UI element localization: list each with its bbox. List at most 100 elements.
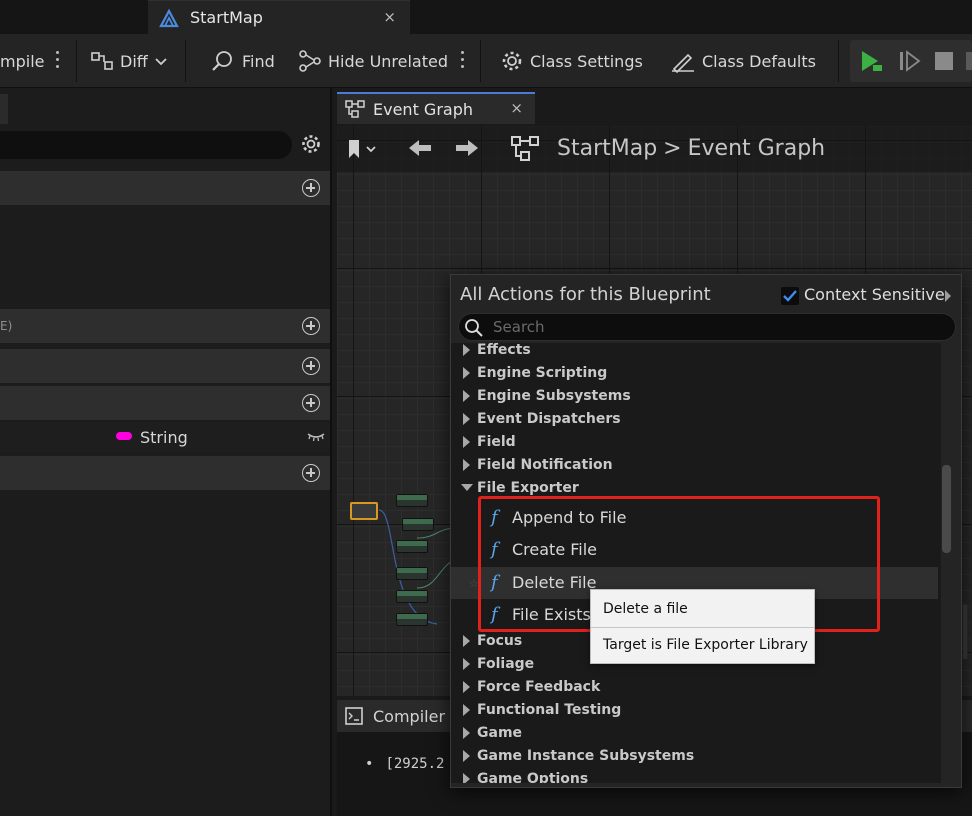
document-tab-startmap[interactable]: StartMap × — [148, 0, 410, 34]
hide-unrelated-options-icon[interactable] — [460, 51, 464, 73]
category-engine-subsystems[interactable]: Engine Subsystems — [451, 384, 941, 407]
action-append-to-file[interactable]: f Append to File — [451, 502, 941, 534]
function-node[interactable] — [396, 494, 428, 507]
find-icon — [212, 51, 232, 71]
function-node[interactable] — [396, 590, 428, 603]
scrollbar-thumb[interactable] — [942, 465, 951, 553]
step-forward-icon[interactable] — [898, 50, 922, 72]
function-node[interactable] — [396, 540, 428, 553]
category-label: Focus — [477, 632, 523, 649]
action-list-scrollbar[interactable] — [941, 343, 955, 783]
category-label: Functional Testing — [477, 701, 622, 718]
hide-unrelated-button[interactable]: Hide Unrelated — [298, 46, 448, 76]
play-icon[interactable] — [858, 48, 884, 74]
close-icon[interactable]: × — [383, 8, 396, 26]
category-file-exporter[interactable]: File Exporter — [451, 476, 941, 499]
expand-arrow-icon[interactable] — [463, 635, 470, 647]
toolbar-divider — [838, 40, 839, 82]
category-game[interactable]: Game — [451, 721, 941, 744]
main-toolbar: mpile Diff Find Hide Unrelated Class Set… — [0, 34, 972, 88]
category-label: Event Dispatchers — [477, 410, 621, 427]
action-search-field[interactable] — [458, 313, 956, 341]
expand-arrow-icon[interactable] — [463, 413, 470, 425]
event-node[interactable] — [350, 502, 378, 520]
hide-unrelated-icon — [299, 50, 321, 72]
category-field[interactable]: Field — [451, 430, 941, 453]
category-effects[interactable]: Effects — [451, 343, 941, 361]
expand-arrow-icon[interactable] — [463, 658, 470, 670]
category-game-instance-subsystems[interactable]: Game Instance Subsystems — [451, 744, 941, 767]
expand-arrow-icon[interactable] — [463, 390, 470, 402]
expand-arrow-icon[interactable] — [463, 681, 470, 693]
category-label: Engine Subsystems — [477, 387, 631, 404]
search-input[interactable] — [493, 317, 933, 337]
add-icon[interactable] — [302, 317, 320, 335]
section-header-interfaces[interactable]: E) — [0, 309, 330, 343]
expand-arrow-icon[interactable] — [463, 750, 470, 762]
bookmark-icon[interactable] — [347, 139, 377, 159]
action-create-file[interactable]: f Create File — [451, 534, 941, 566]
expand-arrow-icon[interactable] — [463, 727, 470, 739]
compile-button[interactable]: mpile — [0, 46, 44, 76]
document-tab-label: StartMap — [190, 8, 263, 27]
category-label: Effects — [477, 343, 531, 358]
arrow-back-icon[interactable] — [407, 138, 433, 158]
expand-arrow-icon[interactable] — [463, 344, 470, 356]
function-node[interactable] — [396, 613, 428, 626]
class-defaults-button[interactable]: Class Defaults — [670, 46, 816, 76]
section-header-event-dispatchers[interactable] — [0, 456, 330, 490]
expand-arrow-icon[interactable] — [463, 773, 470, 783]
class-settings-button[interactable]: Class Settings — [500, 46, 643, 76]
category-force-feedback[interactable]: Force Feedback — [451, 675, 941, 698]
add-icon[interactable] — [302, 179, 320, 197]
expand-arrow-icon[interactable] — [463, 436, 470, 448]
play-controls — [850, 40, 972, 82]
stop-icon[interactable] — [934, 51, 954, 71]
category-label: Engine Scripting — [477, 364, 608, 381]
add-icon[interactable] — [302, 464, 320, 482]
find-button[interactable]: Find — [210, 46, 275, 76]
add-icon[interactable] — [302, 357, 320, 375]
chevron-right-icon[interactable] — [945, 290, 951, 302]
gear-icon[interactable] — [300, 133, 322, 155]
category-label: Game Instance Subsystems — [477, 747, 695, 764]
category-engine-scripting[interactable]: Engine Scripting — [451, 361, 941, 384]
tooltip-title: Delete a file — [603, 601, 688, 617]
function-icon: f — [491, 539, 498, 560]
category-field-notification[interactable]: Field Notification — [451, 453, 941, 476]
tab-event-graph[interactable]: Event Graph × — [337, 92, 535, 124]
category-event-dispatchers[interactable]: Event Dispatchers — [451, 407, 941, 430]
function-icon: f — [491, 507, 498, 528]
function-node[interactable] — [402, 518, 434, 531]
collapse-arrow-icon[interactable] — [461, 484, 473, 491]
panel-tab[interactable] — [0, 94, 8, 124]
compile-options-icon[interactable] — [55, 51, 59, 73]
expand-arrow-icon[interactable] — [463, 704, 470, 716]
close-icon[interactable]: × — [510, 99, 523, 117]
arrow-forward-icon[interactable] — [454, 138, 480, 158]
function-node[interactable] — [396, 567, 428, 580]
section-header-graphs[interactable] — [0, 171, 330, 205]
context-sensitive-checkbox[interactable] — [781, 287, 799, 305]
diff-button[interactable]: Diff — [90, 46, 174, 76]
add-icon[interactable] — [302, 394, 320, 412]
tooltip-description: Target is File Exporter Library — [603, 637, 808, 653]
my-blueprint-search-input[interactable] — [0, 131, 292, 159]
favorite-star-icon[interactable]: ☆ — [469, 577, 479, 590]
category-functional-testing[interactable]: Functional Testing — [451, 698, 941, 721]
context-sensitive-label[interactable]: Context Sensitive — [804, 285, 945, 304]
eye-closed-icon[interactable] — [306, 428, 326, 444]
action-label: Create File — [512, 540, 598, 559]
category-game-options[interactable]: Game Options — [451, 767, 941, 783]
section-header-macros[interactable] — [0, 349, 330, 383]
breadcrumb-root[interactable]: StartMap — [557, 136, 657, 161]
variable-row[interactable]: String — [0, 422, 330, 452]
section-header-variables[interactable] — [0, 386, 330, 420]
expand-arrow-icon[interactable] — [463, 367, 470, 379]
expand-arrow-icon[interactable] — [463, 459, 470, 471]
tab-event-graph-label: Event Graph — [373, 99, 473, 119]
compile-label: mpile — [0, 51, 45, 71]
category-label: Force Feedback — [477, 678, 601, 695]
more-options-icon[interactable] — [966, 52, 972, 70]
console-icon — [345, 707, 363, 725]
